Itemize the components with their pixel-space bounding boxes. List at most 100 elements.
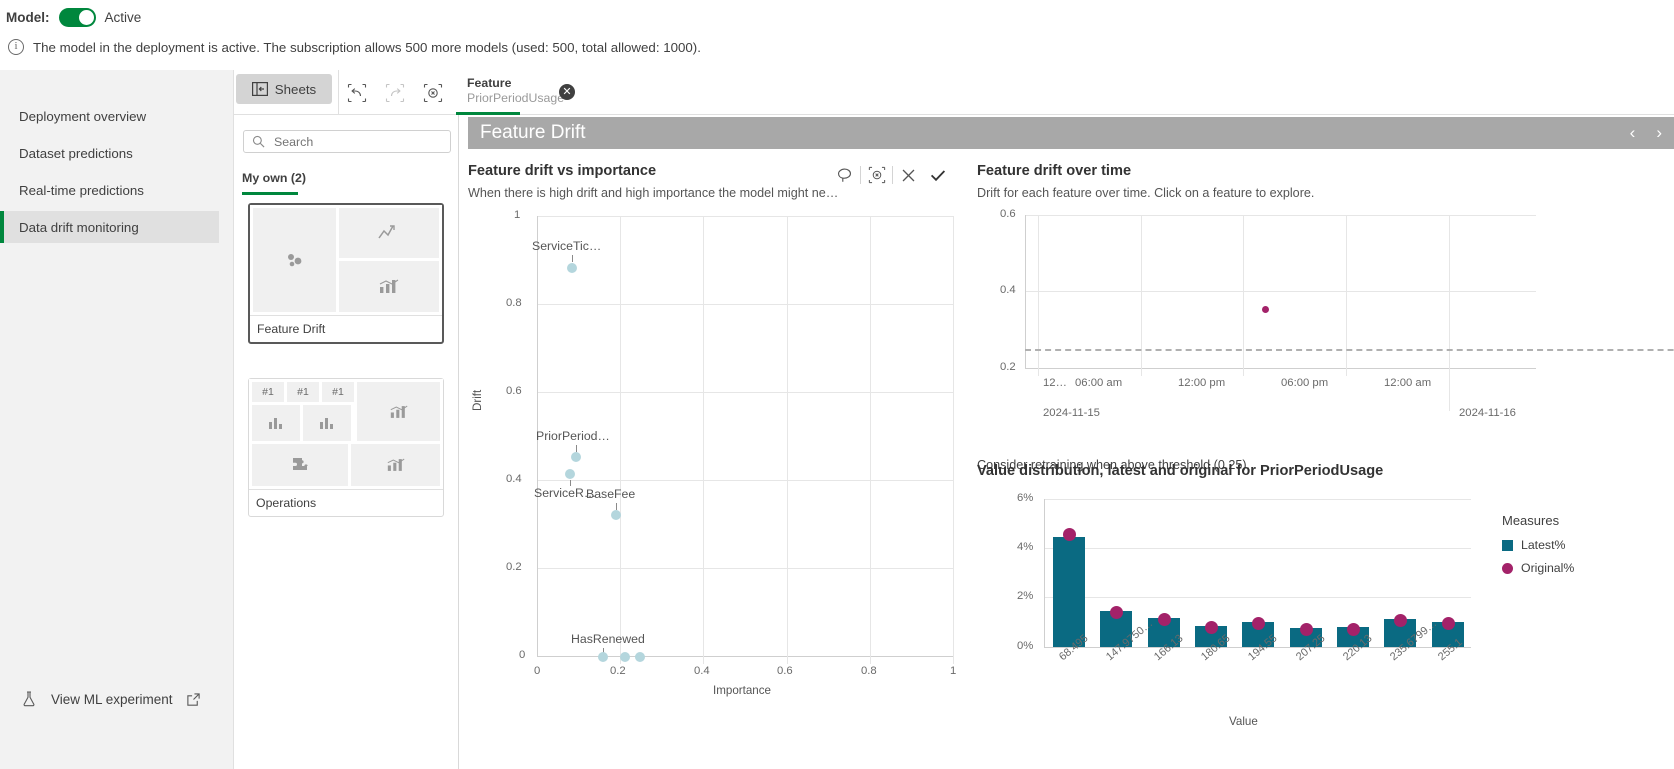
sheet-tab-feature[interactable]: Feature PriorPeriodUsage ✕ <box>456 70 584 115</box>
view-ml-experiment-link[interactable]: View ML experiment <box>0 690 234 708</box>
scatter-point[interactable] <box>611 510 621 520</box>
subscription-info-text: The model in the deployment is active. T… <box>33 39 701 55</box>
legend-item-latest[interactable]: Latest% <box>1502 538 1565 552</box>
marker-point[interactable] <box>1394 613 1407 627</box>
y-tick: 4% <box>1017 541 1034 553</box>
marker-point[interactable] <box>1442 616 1455 630</box>
legend-title: Measures <box>1502 513 1560 528</box>
redo-icon[interactable] <box>382 80 408 106</box>
legend-label: Latest% <box>1521 538 1566 552</box>
scatter-point[interactable] <box>571 452 581 462</box>
x-axis-title: Value <box>1229 715 1258 728</box>
x-tick-date: 2024-11-15 <box>1043 407 1100 419</box>
y-tick: 0.4 <box>506 473 522 485</box>
timeseries-chart[interactable]: 0.6 0.4 0.2 (0.25) 12… 06:00 am 12:00 pm… <box>971 205 1674 472</box>
search-input[interactable] <box>272 133 432 150</box>
sheets-button-label: Sheets <box>274 81 317 97</box>
marker-point[interactable] <box>1063 527 1076 541</box>
main-content: Feature Drift ‹ › Feature drift vs impor… <box>459 115 1674 769</box>
sidebar-item-dataset-predictions[interactable]: Dataset predictions <box>0 137 219 169</box>
app-root: Model: Active i The model in the deploym… <box>0 0 1674 769</box>
sheet-title-bar: Feature Drift <box>468 117 1674 149</box>
x-tick: 1 <box>950 665 957 677</box>
legend-label: Original% <box>1521 561 1575 575</box>
marker-point[interactable] <box>1347 622 1360 636</box>
confirm-selection-icon[interactable] <box>923 162 952 188</box>
x-tick: 12… <box>1043 377 1067 389</box>
legend-item-original[interactable]: Original% <box>1502 561 1574 575</box>
x-tick: 0 <box>534 665 541 677</box>
bar[interactable] <box>1053 537 1085 648</box>
info-circle-icon: i <box>8 39 24 55</box>
scatter-panel-toolbar <box>830 162 952 188</box>
sheets-button[interactable]: Sheets <box>236 74 332 104</box>
timeseries-point[interactable] <box>1262 306 1269 313</box>
scatter-chart[interactable]: 1 0.8 0.6 0.4 0.2 0 Drift 0 0.2 0.4 0.6 … <box>468 203 956 765</box>
toolbar-divider <box>338 70 339 115</box>
search-icon <box>252 135 265 148</box>
tab-my-own-label: My own (2) <box>242 171 307 185</box>
scatter-point[interactable] <box>620 652 630 662</box>
y-tick: 0.8 <box>506 297 522 309</box>
sheet-card-operations[interactable]: #1 #1 #1 Operations <box>248 378 444 517</box>
sidebar-item-label: Data drift monitoring <box>19 219 139 235</box>
timeseries-panel-title: Feature drift over time <box>977 163 1132 179</box>
x-tick: 12:00 am <box>1384 377 1432 389</box>
top-banner: Model: Active i The model in the deploym… <box>0 0 1674 70</box>
scatter-point[interactable] <box>565 469 575 479</box>
sidebar-item-deployment-overview[interactable]: Deployment overview <box>0 100 219 132</box>
cancel-selection-icon[interactable] <box>894 162 923 188</box>
scatter-point-label: HasRenewed <box>571 632 645 646</box>
y-tick: 0.2 <box>506 561 522 573</box>
flask-icon <box>23 691 35 707</box>
distribution-chart[interactable]: 6% 4% 2% 0% 68.495 147.9750… 166.13 180.… <box>971 487 1671 767</box>
view-ml-experiment-label: View ML experiment <box>51 691 173 707</box>
x-tick: 0.8 <box>861 665 877 677</box>
comment-icon[interactable] <box>830 162 859 188</box>
sidebar-item-label: Deployment overview <box>19 108 147 124</box>
y-tick: 0.6 <box>1000 208 1016 220</box>
bar-chart-icon <box>252 405 300 441</box>
y-axis-title: Drift <box>471 389 484 411</box>
clear-selections-icon[interactable] <box>862 162 891 188</box>
scatter-point-label: ServiceTic… <box>532 239 602 253</box>
bar-chart-icon <box>351 444 440 486</box>
kpi-chip: #1 <box>322 382 354 402</box>
search-box[interactable] <box>243 130 451 153</box>
sidebar-item-data-drift-monitoring[interactable]: Data drift monitoring <box>0 211 219 243</box>
clear-selections-icon[interactable] <box>420 80 446 106</box>
model-active-toggle[interactable] <box>58 8 96 27</box>
distribution-panel-title: Value distribution, latest and original … <box>977 463 1384 479</box>
y-tick: 0.2 <box>1000 361 1016 373</box>
scatter-point[interactable] <box>598 652 608 662</box>
sidebar-item-label: Real-time predictions <box>19 182 144 198</box>
toolbar-divider <box>860 166 861 184</box>
scatter-point[interactable] <box>635 652 645 662</box>
x-tick: 12:00 pm <box>1178 377 1226 389</box>
scatter-point[interactable] <box>567 263 577 273</box>
scatter-icon <box>253 208 336 312</box>
tab-my-own[interactable]: My own (2) <box>242 171 306 195</box>
external-link-icon <box>186 692 200 706</box>
y-tick: 0.6 <box>506 385 522 397</box>
marker-point[interactable] <box>1110 605 1123 619</box>
chevron-left-icon[interactable]: ‹ <box>1630 123 1636 143</box>
feature-drift-over-time-panel: Feature drift over time Drift for each f… <box>971 155 1674 472</box>
toolbar-divider <box>892 166 893 184</box>
y-tick: 0% <box>1017 640 1034 652</box>
model-label: Model: <box>6 10 50 25</box>
feature-drift-vs-importance-panel: Feature drift vs importance When there i… <box>468 155 956 765</box>
sheet-card-feature-drift[interactable]: Feature Drift <box>248 203 444 344</box>
timeseries-panel-subtitle: Drift for each feature over time. Click … <box>977 186 1315 200</box>
model-state-text: Active <box>104 10 142 25</box>
sidebar-item-real-time-predictions[interactable]: Real-time predictions <box>0 174 219 206</box>
chevron-right-icon[interactable]: › <box>1656 123 1662 143</box>
scatter-panel-title: Feature drift vs importance <box>468 163 657 179</box>
undo-icon[interactable] <box>344 80 370 106</box>
scatter-point-label: BaseFee <box>586 487 636 501</box>
y-tick: 0.4 <box>1000 284 1016 296</box>
y-tick: 1 <box>514 209 521 221</box>
x-tick: 0.6 <box>777 665 793 677</box>
close-circle-icon[interactable]: ✕ <box>559 84 575 100</box>
x-tick: 0.4 <box>694 665 710 677</box>
